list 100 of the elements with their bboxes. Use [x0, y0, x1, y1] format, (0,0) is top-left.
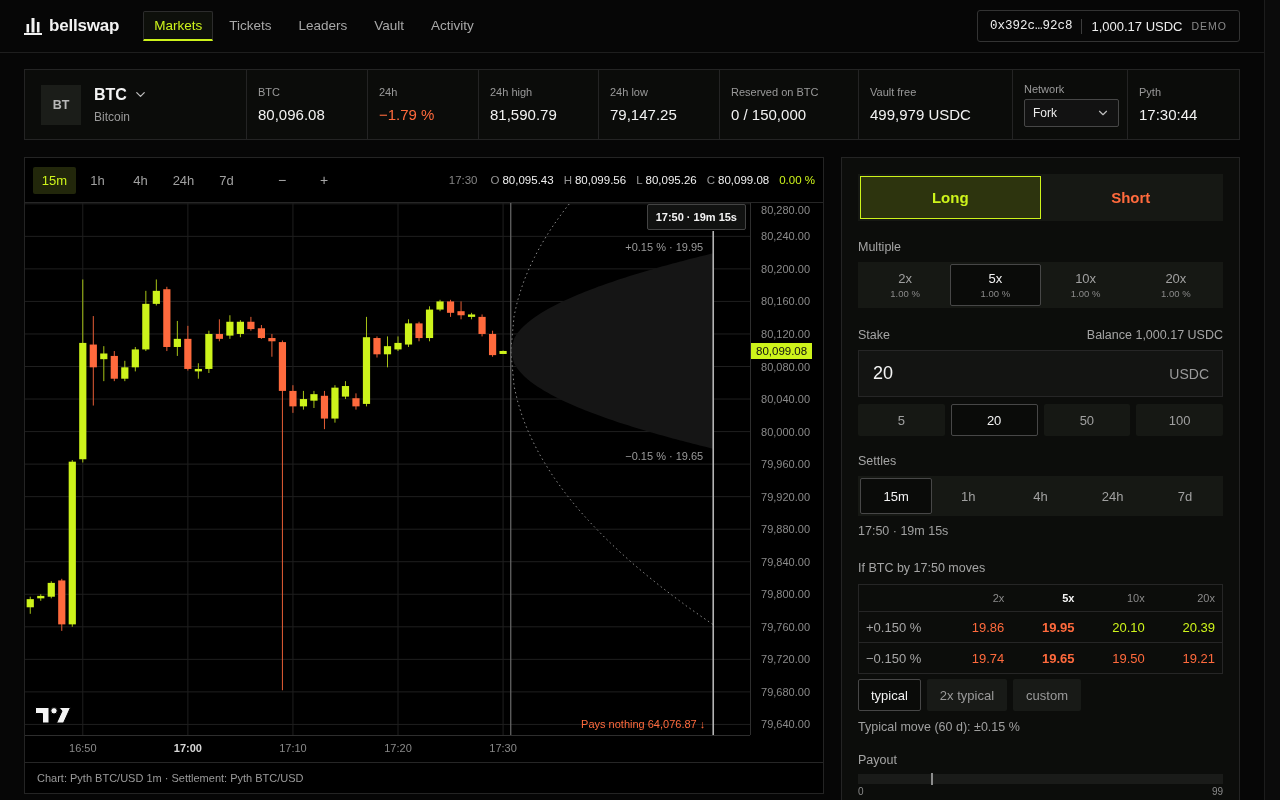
network-select[interactable]: Fork — [1024, 98, 1119, 127]
table-cell-text: 19.95 — [1041, 619, 1076, 635]
column-header: 20x — [1197, 592, 1216, 604]
candlestick — [184, 325, 192, 372]
amount-preset[interactable]: 50 — [1043, 404, 1131, 436]
price-axis-label: 79,680.00 — [761, 685, 810, 698]
zoom-button[interactable]: − — [261, 166, 303, 194]
candlestick — [415, 321, 423, 342]
price-axis-label: 80,040.00 — [761, 393, 810, 406]
candlestick — [37, 593, 45, 602]
stat-label: 24h low — [610, 86, 649, 98]
scale-max-label: 99 — [1211, 786, 1223, 798]
stat-label: Network — [1024, 82, 1066, 95]
move-mode-button[interactable]: custom — [1013, 679, 1081, 711]
candlestick — [478, 313, 486, 337]
nav-tab[interactable]: Leaders — [287, 11, 359, 41]
move-mode-button[interactable]: 2x typical — [926, 679, 1008, 711]
candlestick — [268, 333, 276, 358]
candlestick — [467, 312, 476, 320]
side-tab[interactable]: Long — [860, 176, 1041, 219]
price-axis-label: 79,880.00 — [761, 523, 810, 536]
interval-tab[interactable]: 15m — [33, 166, 76, 194]
asset-select[interactable]: BTC — [94, 85, 148, 104]
price-axis-label: 79,920.00 — [761, 490, 810, 503]
interval-tab[interactable]: 7d — [205, 166, 248, 194]
candlestick — [320, 390, 329, 430]
table-cell-text: 20.39 — [1182, 619, 1216, 635]
payout-slider[interactable] — [858, 774, 1223, 784]
price-axis-label: 80,280.00 — [761, 204, 810, 216]
multiple-option[interactable]: 2x 1.00 % — [860, 264, 951, 306]
nav-tab[interactable]: Tickets — [218, 11, 283, 41]
price-axis-label: 79,720.00 — [761, 653, 810, 666]
multiple-option[interactable]: 20x 1.00 % — [1130, 264, 1221, 306]
balance-text: Balance 1,000.17 USDC — [1086, 328, 1223, 342]
nav-tab[interactable]: Activity — [420, 11, 485, 41]
multiple-option[interactable]: 5x 1.00 % — [950, 264, 1041, 306]
candlestick — [289, 384, 297, 414]
candlestick — [205, 330, 213, 374]
price-axis-label: 80,120.00 — [761, 327, 810, 340]
candlestick — [457, 300, 465, 320]
side-tab[interactable]: Short — [1040, 176, 1221, 219]
amount-preset[interactable]: 100 — [1136, 404, 1223, 436]
section-label: Stake — [858, 328, 890, 342]
price-axis-label: 80,200.00 — [761, 262, 810, 275]
wallet-balance: 1,000.17 USDC — [1091, 18, 1183, 34]
candlestick — [58, 578, 66, 632]
table-cell-text: 19.86 — [971, 619, 1006, 635]
section-label: Payout — [858, 753, 898, 767]
ohlc-label: L — [636, 174, 643, 186]
price-axis-label: 79,760.00 — [761, 620, 810, 633]
stat-value: 499,979 USDC — [870, 106, 972, 123]
stat-label: Vault free — [870, 86, 918, 98]
candlestick — [341, 380, 350, 400]
settle-option[interactable]: 4h — [1004, 478, 1077, 514]
column-header: 2x — [992, 592, 1006, 604]
amount-preset[interactable]: 20 — [950, 404, 1038, 436]
move-mode-button[interactable]: typical — [858, 679, 921, 711]
table-cell-text: 19.50 — [1112, 650, 1146, 666]
ohlc-value: 80,095.26 — [645, 174, 697, 186]
nav-tab[interactable]: Markets — [143, 11, 214, 41]
candlestick — [331, 384, 339, 424]
multiple-option[interactable]: 10x 1.00 % — [1040, 264, 1131, 306]
candlestick — [352, 392, 360, 411]
candlestick — [173, 320, 181, 357]
time-axis-label: 16:50 — [69, 742, 97, 754]
ohlc-label: C — [706, 174, 715, 186]
interval-tab[interactable]: 24h — [162, 166, 205, 194]
candlestick — [394, 335, 402, 352]
table-cell-text: 19.21 — [1182, 650, 1216, 666]
price-axis-label: 79,840.00 — [761, 555, 810, 568]
interval-tab[interactable]: 1h — [76, 166, 119, 194]
settle-option[interactable]: 7d — [1148, 478, 1221, 514]
settle-option[interactable]: 24h — [1076, 478, 1149, 514]
table-cell-text: 19.74 — [971, 650, 1006, 666]
section-label: If BTC by 17:50 moves — [858, 561, 987, 575]
stat-label: 24h — [379, 86, 399, 98]
wallet-address: 0x392c…92c8 — [989, 19, 1073, 33]
ohlc-time: 17:30 — [448, 174, 478, 186]
table-cell-text: 20.10 — [1112, 619, 1146, 635]
interval-tab[interactable]: 4h — [119, 166, 162, 194]
settle-option[interactable]: 15m — [860, 478, 933, 514]
zoom-button[interactable]: + — [303, 166, 345, 194]
mode-label: DEMO — [1191, 20, 1227, 32]
amount-preset[interactable]: 5 — [858, 404, 945, 436]
candlestick — [383, 335, 392, 368]
brand-name: bellswap — [49, 16, 120, 36]
bars-logo-icon — [24, 17, 42, 35]
candlestick — [142, 290, 150, 352]
time-axis-label: 17:30 — [489, 742, 517, 754]
row-header: −0.150 % — [865, 650, 922, 666]
wallet-panel[interactable]: 0x392c…92c8 1,000.17 USDC DEMO — [976, 10, 1240, 42]
candlestick — [110, 350, 118, 382]
stat-value: 17:30:44 — [1139, 106, 1199, 123]
stat-value: 81,590.79 — [490, 106, 558, 123]
ohlc-value: 80,099.08 — [718, 174, 770, 186]
settle-option[interactable]: 1h — [932, 478, 1005, 514]
candlestick — [425, 305, 434, 342]
nav-tab[interactable]: Vault — [363, 11, 416, 41]
scrollbar[interactable] — [1264, 0, 1280, 800]
candlestick — [247, 316, 255, 332]
